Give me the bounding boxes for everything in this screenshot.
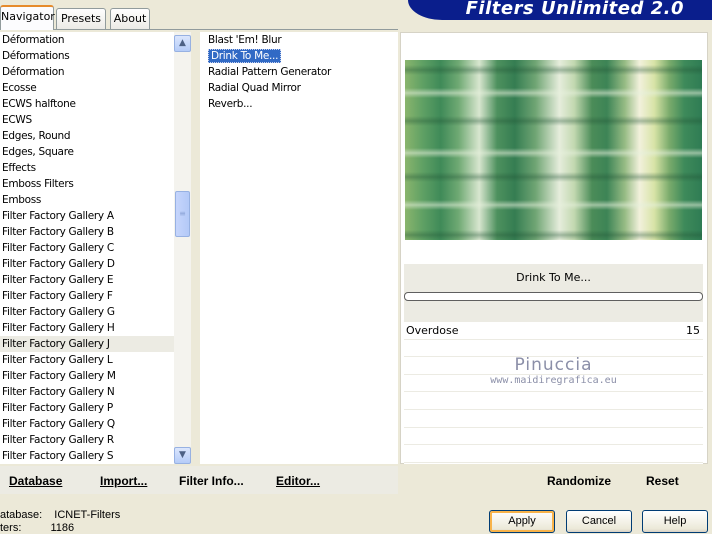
- banner-title: Filters Unlimited 2.0: [465, 0, 684, 19]
- category-scrollbar[interactable]: [174, 32, 191, 464]
- category-item[interactable]: Filter Factory Gallery J: [0, 336, 174, 352]
- filter-list[interactable]: Blast 'Em! Blur Drink To Me... Radial Patt…: [200, 32, 398, 464]
- category-item[interactable]: ECWS halftone: [0, 96, 174, 112]
- filter-item[interactable]: Radial Quad Mirror: [200, 80, 398, 96]
- filter-item[interactable]: Blast 'Em! Blur: [200, 32, 398, 48]
- scroll-thumb[interactable]: ≡: [175, 191, 190, 237]
- category-item[interactable]: Filter Factory Gallery G: [0, 304, 174, 320]
- category-item[interactable]: Filter Factory Gallery N: [0, 384, 174, 400]
- category-item[interactable]: Effects: [0, 160, 174, 176]
- category-item[interactable]: Filter Factory Gallery E: [0, 272, 174, 288]
- filter-item[interactable]: Reverb...: [200, 96, 398, 112]
- filter-item-label: Radial Pattern Generator: [208, 66, 332, 78]
- filter-item-label: Reverb...: [208, 98, 253, 110]
- category-item[interactable]: Ecosse: [0, 80, 174, 96]
- status-database: atabase: ICNET-Filters: [0, 509, 120, 521]
- category-item[interactable]: Filter Factory Gallery M: [0, 368, 174, 384]
- parameter-row[interactable]: [404, 340, 703, 358]
- category-item[interactable]: Filter Factory Gallery Q: [0, 416, 174, 432]
- filter-item-label: Radial Quad Mirror: [208, 82, 301, 94]
- parameter-sliders[interactable]: Overdose 15: [404, 322, 703, 464]
- category-item[interactable]: Filter Factory Gallery F: [0, 288, 174, 304]
- tab-about[interactable]: About: [110, 8, 150, 29]
- filter-item-label: Drink To Me...: [208, 49, 282, 63]
- category-item[interactable]: Filter Factory Gallery C: [0, 240, 174, 256]
- parameter-value: 15: [686, 324, 700, 337]
- help-button[interactable]: Help: [642, 510, 708, 533]
- parameter-row[interactable]: [404, 428, 703, 446]
- category-item[interactable]: Filter Factory Gallery L: [0, 352, 174, 368]
- category-item[interactable]: Filter Factory Gallery S: [0, 448, 174, 464]
- scroll-up-button[interactable]: ▲: [174, 35, 191, 52]
- filter-item-label: Blast 'Em! Blur: [208, 34, 282, 46]
- category-item[interactable]: Filter Factory Gallery H: [0, 320, 174, 336]
- scroll-down-button[interactable]: ▼: [174, 447, 191, 464]
- parameter-label: Overdose: [406, 324, 459, 337]
- tab-navigator[interactable]: Navigator: [0, 5, 55, 30]
- category-item[interactable]: Déformation: [0, 64, 174, 80]
- preview-filter-name: Drink To Me...: [516, 271, 591, 284]
- category-item[interactable]: Filter Factory Gallery A: [0, 208, 174, 224]
- status-filters: ters: 1186: [0, 522, 74, 534]
- parameter-row[interactable]: [404, 357, 703, 375]
- filter-item[interactable]: Radial Pattern Generator: [200, 64, 398, 80]
- parameter-row[interactable]: [404, 375, 703, 393]
- title-banner: Filters Unlimited 2.0: [408, 0, 712, 20]
- category-item[interactable]: ECWS: [0, 112, 174, 128]
- category-item[interactable]: Emboss Filters: [0, 176, 174, 192]
- apply-button[interactable]: Apply: [489, 510, 555, 533]
- preview-image: [405, 60, 702, 240]
- status-filters-label: ters:: [0, 522, 22, 534]
- database-button[interactable]: Database: [9, 474, 62, 488]
- progress-bar: [404, 292, 703, 301]
- filter-item[interactable]: Drink To Me...: [200, 48, 398, 64]
- category-item[interactable]: Emboss: [0, 192, 174, 208]
- category-item[interactable]: Filter Factory Gallery P: [0, 400, 174, 416]
- parameter-row[interactable]: [404, 445, 703, 463]
- category-item[interactable]: Filter Factory Gallery B: [0, 224, 174, 240]
- category-item[interactable]: Edges, Round: [0, 128, 174, 144]
- category-item[interactable]: Edges, Square: [0, 144, 174, 160]
- status-database-value: ICNET-Filters: [54, 509, 121, 521]
- parameter-row[interactable]: [404, 410, 703, 428]
- tab-underline: [0, 29, 398, 30]
- category-item[interactable]: Déformations: [0, 48, 174, 64]
- editor-button[interactable]: Editor...: [276, 474, 320, 488]
- category-item[interactable]: Déformation: [0, 32, 174, 48]
- category-list[interactable]: Déformation Déformations Déformation Ecosse…: [0, 32, 174, 464]
- parameter-row[interactable]: Overdose 15: [404, 322, 703, 340]
- parameter-row[interactable]: [404, 392, 703, 410]
- tab-presets[interactable]: Presets: [56, 8, 106, 29]
- import-button[interactable]: Import...: [100, 474, 147, 488]
- randomize-button[interactable]: Randomize: [547, 474, 611, 488]
- status-database-label: atabase:: [0, 509, 43, 521]
- status-filters-value: 1186: [50, 522, 75, 534]
- category-item[interactable]: Filter Factory Gallery R: [0, 432, 174, 448]
- category-item[interactable]: Filter Factory Gallery D: [0, 256, 174, 272]
- cancel-button[interactable]: Cancel: [566, 510, 632, 533]
- reset-button[interactable]: Reset: [646, 474, 679, 488]
- filter-info-button[interactable]: Filter Info...: [179, 474, 244, 488]
